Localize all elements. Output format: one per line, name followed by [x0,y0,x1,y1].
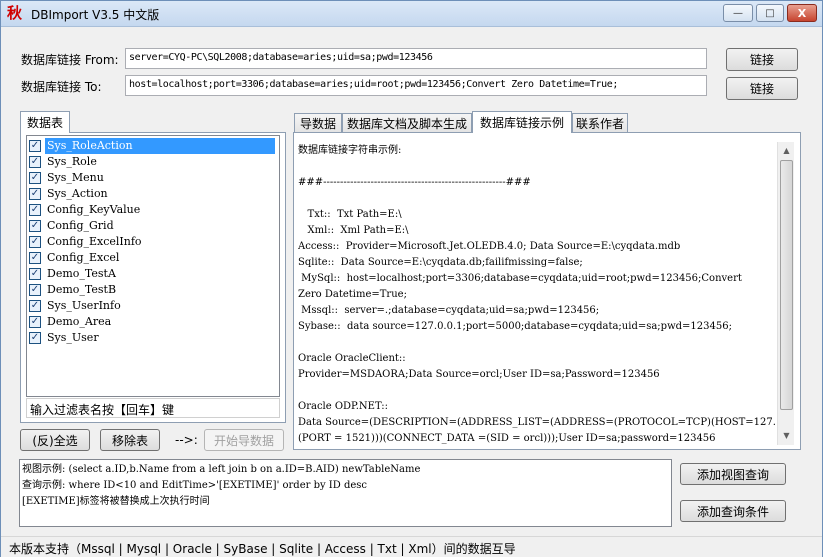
example-line: Access:: Provider=Microsoft.Jet.OLEDB.4.… [298,241,681,252]
table-list-item[interactable]: ✓ Demo_TestB [29,282,277,298]
table-checkbox[interactable]: ✓ [29,172,41,184]
sql-line: 查询示例: where ID<10 and EditTime>'[EXETIME… [22,480,368,491]
example-line: Txt:: Txt Path=E:\ [298,209,402,220]
add-query-condition-button[interactable]: 添加查询条件 [680,500,786,522]
table-list-item[interactable]: ✓ Sys_RoleAction [29,138,277,154]
table-checkbox[interactable]: ✓ [29,204,41,216]
example-line [298,335,776,351]
example-line: Oracle OracleClient:: [298,353,406,364]
table-checkbox[interactable]: ✓ [29,140,41,152]
example-line: Sybase:: data source=127.0.0.1;port=5000… [298,321,732,332]
table-list-item[interactable]: ✓ Sys_Menu [29,170,277,186]
status-bar: 本版本支持（Mssql | Mysql | Oracle | SyBase | … [1,536,822,557]
example-line [298,383,776,399]
example-line: ###-------------------------------------… [298,177,531,188]
example-line: Sqlite:: Data Source=E:\cyqdata.db;faili… [298,257,583,268]
example-line: Data Source=(DESCRIPTION=(ADDRESS_LIST=(… [298,417,776,428]
add-view-query-button[interactable]: 添加视图查询 [680,463,786,485]
window-title: DBImport V3.5 中文版 [31,8,160,22]
minimize-button[interactable]: — [723,4,753,22]
close-icon: X [797,6,807,20]
example-line: MySql:: host=localhost;port=3306;databas… [298,273,742,284]
close-button[interactable]: X [787,4,817,22]
table-name-label: Config_ExcelInfo [47,235,142,248]
example-line: Xml:: Xml Path=E:\ [298,225,409,236]
scroll-thumb[interactable] [780,160,793,410]
table-list-item[interactable]: ✓ Sys_User [29,330,277,346]
table-list-item[interactable]: ✓ Sys_UserInfo [29,298,277,314]
minimize-icon: — [733,7,743,19]
tab-tables[interactable]: 数据表 [20,111,70,133]
example-line: (PORT = 1521)))(CONNECT_DATA =(SID = orc… [298,433,716,444]
table-name-label: Sys_Menu [47,171,104,184]
tab-import[interactable]: 导数据 [294,113,342,133]
table-name-label: Sys_Role [47,155,97,168]
table-list-item[interactable]: ✓ Config_Grid [29,218,277,234]
maximize-icon: □ [765,7,775,19]
connection-examples-text[interactable]: 数据库链接字符串示例: ###--------------------------… [298,143,776,444]
table-list-item[interactable]: ✓ Config_Excel [29,250,277,266]
table-list-item[interactable]: ✓ Config_KeyValue [29,202,277,218]
table-name-label: Config_Grid [47,219,114,232]
example-line [298,159,776,175]
table-list-item[interactable]: ✓ Config_ExcelInfo [29,234,277,250]
table-checkbox[interactable]: ✓ [29,252,41,264]
app-icon: 秋 [7,4,23,22]
title-bar[interactable]: 秋 DBImport V3.5 中文版 — □ X [1,1,822,27]
example-line: Oracle ODP.NET:: [298,401,389,412]
table-list-item[interactable]: ✓ Sys_Role [29,154,277,170]
tab-doc-script[interactable]: 数据库文档及脚本生成 [342,113,472,133]
table-list[interactable]: ✓ Sys_RoleAction ✓ Sys_Role ✓ Sys_Menu ✓ Sys_Ac… [26,135,280,397]
example-line: Zero Datetime=True; [298,289,407,300]
table-checkbox[interactable]: ✓ [29,156,41,168]
sql-line: [EXETIME]标签将被替换成上次执行时间 [22,496,210,507]
table-list-item[interactable]: ✓ Demo_Area [29,314,277,330]
table-checkbox[interactable]: ✓ [29,220,41,232]
table-list-item[interactable]: ✓ Sys_Action [29,186,277,202]
table-checkbox[interactable]: ✓ [29,316,41,328]
from-connection-input[interactable]: server=CYQ-PC\SQL2008;database=aries;uid… [125,48,707,69]
table-checkbox[interactable]: ✓ [29,188,41,200]
sql-query-input[interactable]: 视图示例: (select a.ID,b.Name from a left jo… [19,459,672,527]
table-checkbox[interactable]: ✓ [29,268,41,280]
start-import-button[interactable]: 开始导数据 [204,429,284,451]
table-name-label: Sys_User [47,331,99,344]
example-line: Provider=MSDAORA;Data Source=orcl;User I… [298,369,660,380]
table-name-label: Sys_Action [47,187,108,200]
table-name-label: Demo_TestA [47,267,116,280]
connect-from-button[interactable]: 链接 [726,48,798,71]
table-list-item[interactable]: ✓ Demo_TestA [29,266,277,282]
scroll-up-icon[interactable]: ▲ [778,142,795,159]
example-line [298,191,776,207]
example-line: 数据库链接字符串示例: [298,145,402,156]
table-name-label: Demo_TestB [47,283,117,296]
example-line: Mssql:: server=.;database=cyqdata;uid=sa… [298,305,600,316]
sql-line: 视图示例: (select a.ID,b.Name from a left jo… [22,464,421,475]
remove-table-button[interactable]: 移除表 [100,429,160,451]
maximize-button[interactable]: □ [756,4,784,22]
from-connection-label: 数据库链接 From: [21,53,119,67]
table-checkbox[interactable]: ✓ [29,284,41,296]
to-connection-input[interactable]: host=localhost;port=3306;database=aries;… [125,75,707,96]
table-filter-input[interactable]: 输入过滤表名按【回车】键 [26,398,280,418]
main-window: 秋 DBImport V3.5 中文版 — □ X 数据库链接 From: se… [0,0,823,557]
connect-to-button[interactable]: 链接 [726,77,798,100]
table-name-label: Config_KeyValue [47,203,141,216]
examples-scrollbar[interactable]: ▲ ▼ [777,142,794,445]
table-name-label: Sys_RoleAction [45,138,275,154]
tab-contact-author[interactable]: 联系作者 [572,113,628,133]
table-name-label: Config_Excel [47,251,120,264]
arrow-label: -->: [175,433,198,447]
tab-connection-examples[interactable]: 数据库链接示例 [472,111,572,133]
table-checkbox[interactable]: ✓ [29,300,41,312]
table-checkbox[interactable]: ✓ [29,332,41,344]
invert-select-button[interactable]: (反)全选 [20,429,90,451]
table-checkbox[interactable]: ✓ [29,236,41,248]
table-name-label: Sys_UserInfo [47,299,121,312]
table-name-label: Demo_Area [47,315,112,328]
to-connection-label: 数据库链接 To: [21,80,102,94]
scroll-down-icon[interactable]: ▼ [778,427,795,444]
